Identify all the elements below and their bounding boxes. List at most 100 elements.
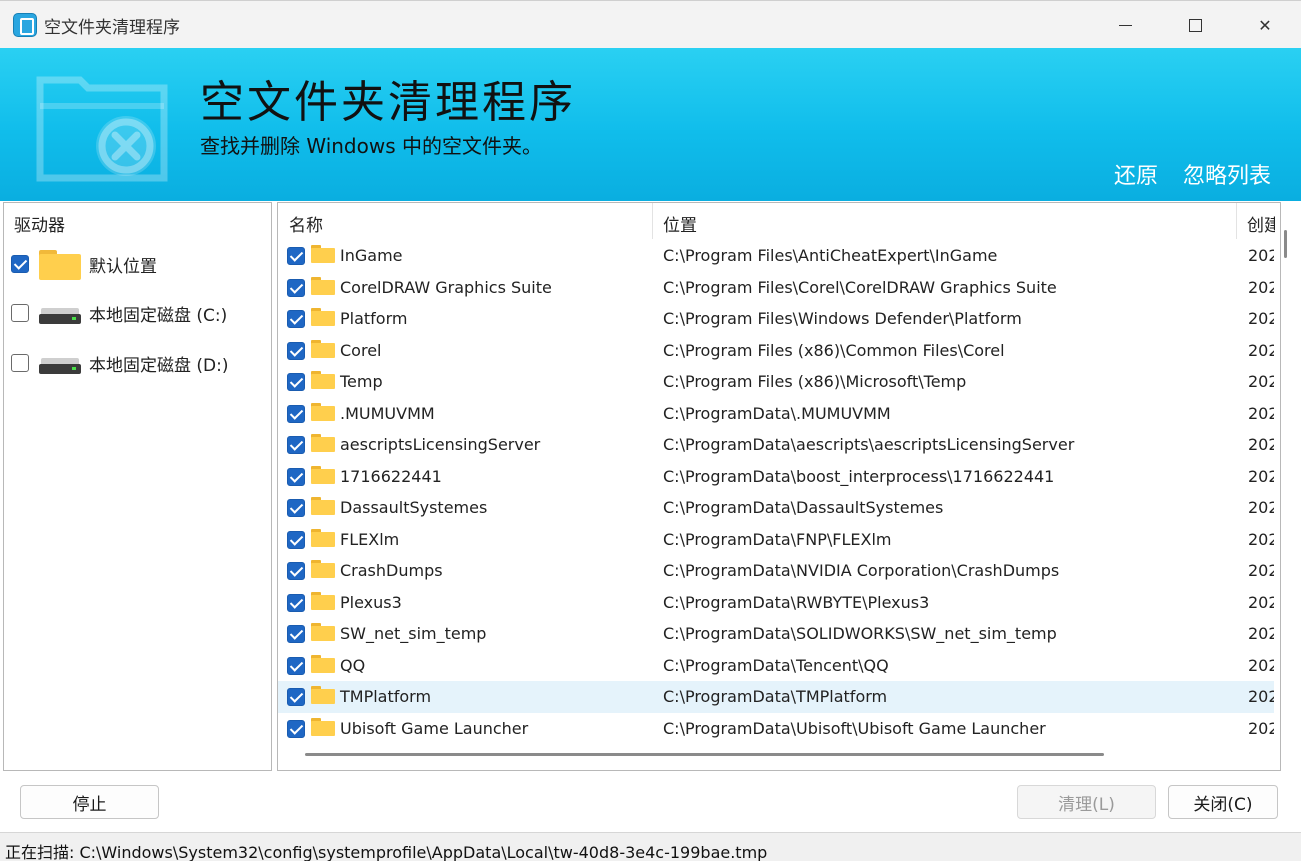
folder-name: CorelDRAW Graphics Suite	[340, 277, 552, 297]
folder-icon	[311, 245, 335, 263]
folder-created: 202	[1248, 624, 1274, 643]
table-row[interactable]: CrashDumps C:\ProgramData\NVIDIA Corporat…	[278, 555, 1274, 587]
folder-name: Ubisoft Game Launcher	[340, 718, 529, 738]
table-row[interactable]: InGame C:\Program Files\AntiCheatExpert\I…	[278, 240, 1274, 272]
drive-checkbox[interactable]	[11, 304, 29, 322]
drives-header: 驱动器	[14, 216, 65, 236]
folder-icon	[311, 623, 335, 641]
folder-location: C:\ProgramData\.MUMUVMM	[663, 403, 891, 423]
folder-location: C:\ProgramData\TMPlatform	[663, 687, 888, 706]
folder-created: 202	[1248, 435, 1274, 454]
row-checkbox[interactable]	[287, 373, 305, 391]
folder-location: C:\Program Files\AntiCheatExpert\InGame	[663, 246, 998, 265]
table-row[interactable]: CorelDRAW Graphics Suite C:\Program Files…	[278, 272, 1274, 304]
row-checkbox[interactable]	[287, 719, 305, 738]
drive-item-d[interactable]: 本地固定磁盘 (D:)	[11, 346, 266, 380]
table-row[interactable]: aescriptsLicensingServer C:\ProgramData\a…	[278, 429, 1274, 461]
maximize-button[interactable]	[1160, 1, 1230, 49]
folder-name: .MUMUVMM	[340, 403, 435, 423]
row-checkbox[interactable]	[287, 436, 305, 454]
table-row[interactable]: DassaultSystemes C:\ProgramData\DassaultS…	[278, 492, 1274, 524]
table-row[interactable]: Plexus3 C:\ProgramData\RWBYTE\Plexus3 202	[278, 587, 1274, 619]
folder-icon	[311, 717, 335, 736]
table-row[interactable]: Corel C:\Program Files (x86)\Common Files…	[278, 335, 1274, 367]
folder-location: C:\Program Files\Corel\CorelDRAW Graphic…	[663, 277, 1057, 297]
scan-status-text: 正在扫描: C:\Windows\System32\config\systemp…	[5, 843, 768, 861]
folder-location: C:\ProgramData\boost_interprocess\171662…	[663, 466, 1055, 486]
folder-name: FLEXlm	[340, 529, 400, 549]
stop-button[interactable]: 停止	[20, 785, 159, 819]
drive-checkbox[interactable]	[11, 255, 29, 273]
drive-checkbox[interactable]	[11, 354, 29, 372]
drive-item-c[interactable]: 本地固定磁盘 (C:)	[11, 296, 266, 330]
folder-location: C:\ProgramData\aescripts\aescriptsLicens…	[663, 435, 1075, 454]
row-checkbox[interactable]	[287, 625, 305, 643]
table-row[interactable]: .MUMUVMM C:\ProgramData\.MUMUVMM 202	[278, 398, 1274, 430]
row-checkbox[interactable]	[287, 341, 305, 360]
folder-icon	[311, 497, 335, 515]
row-checkbox[interactable]	[287, 310, 305, 328]
folder-created: 202	[1248, 372, 1274, 391]
row-checkbox[interactable]	[287, 593, 305, 612]
folder-name: QQ	[340, 655, 366, 675]
folder-location: C:\ProgramData\Ubisoft\Ubisoft Game Laun…	[663, 718, 1046, 738]
empty-folder-list: 名称 位置 创建 InGame C:\Program Files\AntiChea…	[277, 202, 1281, 771]
folder-icon	[311, 528, 335, 547]
folder-location: C:\Program Files (x86)\Common Files\Core…	[663, 340, 1005, 360]
clean-button[interactable]: 清理(L)	[1017, 785, 1156, 819]
folder-name: InGame	[340, 246, 403, 265]
folder-icon	[311, 308, 335, 326]
hard-drive-icon	[39, 350, 81, 376]
row-checkbox[interactable]	[287, 467, 305, 486]
title-bar: 空文件夹清理程序 ✕	[0, 0, 1301, 48]
row-checkbox[interactable]	[287, 404, 305, 423]
close-button[interactable]: 关闭(C)	[1168, 785, 1278, 819]
table-row[interactable]: QQ C:\ProgramData\Tencent\QQ 202	[278, 650, 1274, 682]
folder-created: 202	[1248, 277, 1274, 297]
vertical-scrollbar-thumb[interactable]	[1284, 230, 1287, 258]
column-header-name[interactable]: 名称	[289, 211, 323, 236]
table-row[interactable]: Temp C:\Program Files (x86)\Microsoft\Tem…	[278, 366, 1274, 398]
table-row[interactable]: TMPlatform C:\ProgramData\TMPlatform 202	[278, 681, 1274, 713]
ignore-list-link[interactable]: 忽略列表	[1183, 158, 1271, 190]
folder-location: C:\ProgramData\FNP\FLEXlm	[663, 529, 892, 549]
minimize-button[interactable]	[1090, 1, 1160, 49]
row-checkbox[interactable]	[287, 247, 305, 265]
folder-created: 202	[1248, 246, 1274, 265]
folder-icon	[39, 248, 81, 280]
list-header: 名称 位置 创建	[278, 203, 1280, 239]
table-row[interactable]: SW_net_sim_temp C:\ProgramData\SOLIDWORKS…	[278, 618, 1274, 650]
column-header-location[interactable]: 位置	[663, 211, 697, 236]
folder-location: C:\ProgramData\SOLIDWORKS\SW_net_sim_tem…	[663, 624, 1057, 643]
horizontal-scrollbar-thumb[interactable]	[305, 753, 1104, 756]
folder-created: 202	[1248, 687, 1274, 706]
folder-location: C:\Program Files\Windows Defender\Platfo…	[663, 309, 1022, 328]
column-header-created[interactable]: 创建	[1247, 211, 1275, 236]
banner-subtitle: 查找并删除 Windows 中的空文件夹。	[200, 134, 542, 158]
folder-name: CrashDumps	[340, 561, 443, 580]
row-checkbox[interactable]	[287, 656, 305, 675]
folder-name: DassaultSystemes	[340, 498, 488, 517]
folder-location: C:\ProgramData\RWBYTE\Plexus3	[663, 592, 930, 612]
restore-link[interactable]: 还原	[1114, 158, 1158, 190]
table-row[interactable]: Ubisoft Game Launcher C:\ProgramData\Ubis…	[278, 713, 1274, 745]
folder-created: 202	[1248, 592, 1274, 612]
drives-panel: 驱动器 默认位置 本地固定磁盘 (C:) 本地固定磁盘 (D:)	[3, 202, 272, 771]
column-divider[interactable]	[652, 203, 653, 239]
table-row[interactable]: Platform C:\Program Files\Windows Defende…	[278, 303, 1274, 335]
close-window-button[interactable]: ✕	[1230, 1, 1300, 49]
table-row[interactable]: FLEXlm C:\ProgramData\FNP\FLEXlm 202	[278, 524, 1274, 556]
row-checkbox[interactable]	[287, 562, 305, 580]
row-checkbox[interactable]	[287, 278, 305, 297]
row-checkbox[interactable]	[287, 688, 305, 706]
folder-name: SW_net_sim_temp	[340, 624, 487, 643]
row-checkbox[interactable]	[287, 530, 305, 549]
drive-label: 默认位置	[89, 256, 157, 277]
folder-name: Corel	[340, 340, 382, 360]
table-row[interactable]: 1716622441 C:\ProgramData\boost_interproc…	[278, 461, 1274, 493]
folder-name: Platform	[340, 309, 408, 328]
banner-title: 空文件夹清理程序	[200, 77, 576, 128]
drive-item-default[interactable]: 默认位置	[11, 247, 266, 281]
row-checkbox[interactable]	[287, 499, 305, 517]
column-divider[interactable]	[1236, 203, 1237, 239]
